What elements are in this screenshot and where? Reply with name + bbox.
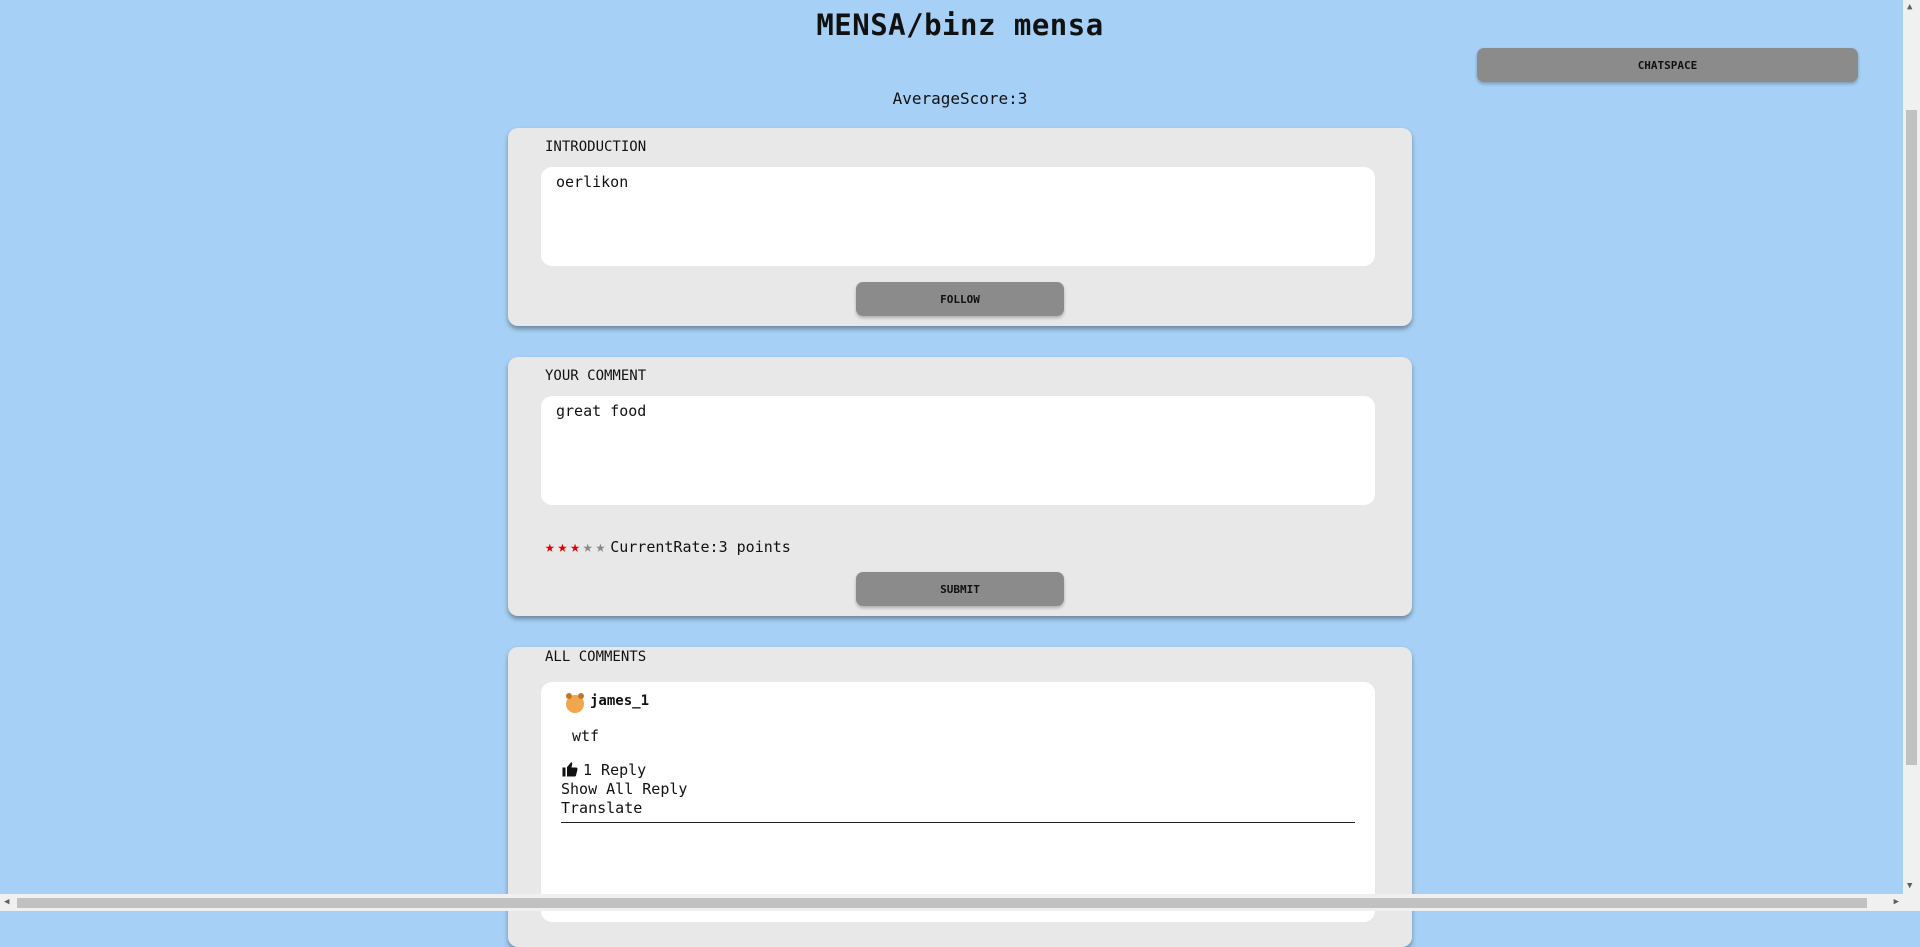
- horizontal-scroll-thumb[interactable]: [17, 898, 1867, 908]
- vertical-scrollbar[interactable]: ▲ ▼: [1903, 0, 1920, 911]
- introduction-text: oerlikon: [541, 167, 1375, 266]
- current-rate-label: CurrentRate:3 points: [610, 537, 791, 556]
- bear-icon: [566, 693, 584, 713]
- star-icon[interactable]: ★: [545, 537, 555, 556]
- star-icon[interactable]: ★: [558, 537, 568, 556]
- average-score: AverageScore:3: [892, 89, 1028, 108]
- reply-count[interactable]: 1 Reply: [583, 761, 646, 779]
- comment-item: james_1 wtf 1 Reply Show All Reply Trans…: [541, 682, 1375, 922]
- horizontal-scrollbar[interactable]: ◀ ▶: [0, 894, 1903, 911]
- your-comment-card: YOUR COMMENT great food ★ ★ ★ ★ ★ Curren…: [508, 357, 1412, 616]
- your-comment-label: YOUR COMMENT: [545, 368, 647, 384]
- page-title: MENSA/binz mensa: [816, 8, 1104, 42]
- star-icon[interactable]: ★: [570, 537, 580, 556]
- comment-text: wtf: [572, 727, 600, 745]
- star-icon[interactable]: ★: [583, 537, 593, 556]
- vertical-scroll-thumb[interactable]: [1906, 110, 1917, 765]
- comment-divider: [561, 822, 1355, 823]
- comment-textarea[interactable]: great food: [541, 396, 1375, 505]
- translate-link[interactable]: Translate: [561, 799, 687, 818]
- author-name[interactable]: james_1: [590, 693, 649, 709]
- comment-author: james_1: [566, 692, 649, 713]
- comment-actions: 1 Reply Show All Reply Translate: [561, 760, 687, 818]
- introduction-label: INTRODUCTION: [545, 139, 647, 155]
- all-comments-label: ALL COMMENTS: [545, 649, 647, 665]
- thumbs-up-icon[interactable]: [561, 760, 579, 778]
- show-all-reply-link[interactable]: Show All Reply: [561, 780, 687, 799]
- submit-button[interactable]: SUBMIT: [856, 572, 1064, 606]
- chatspace-button[interactable]: CHATSPACE: [1477, 48, 1858, 82]
- follow-button[interactable]: FOLLOW: [856, 282, 1064, 316]
- rating-stars: ★ ★ ★ ★ ★ CurrentRate:3 points: [545, 537, 791, 556]
- star-icon[interactable]: ★: [596, 537, 606, 556]
- introduction-card: INTRODUCTION oerlikon FOLLOW: [508, 128, 1412, 326]
